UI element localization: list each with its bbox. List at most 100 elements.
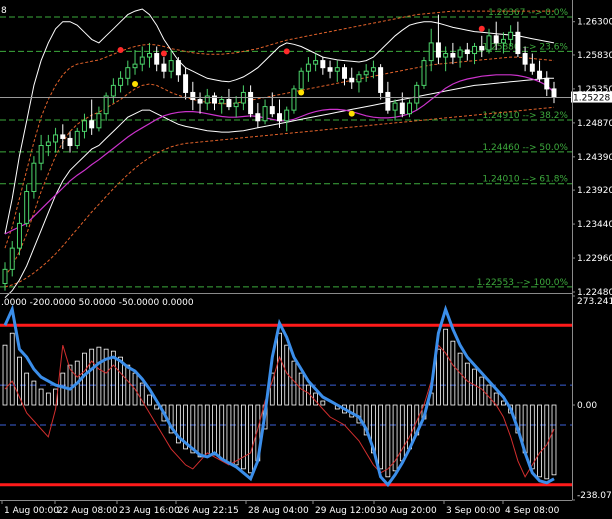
time-axis-label: 1 Aug 00:00 <box>4 506 59 516</box>
candle-body[interactable] <box>269 106 275 115</box>
histogram-bar <box>436 348 441 406</box>
indicator-pane[interactable]: .0000 -200.0000 50.0000 -50.0000 0.0000 … <box>0 295 612 501</box>
candle-body[interactable] <box>2 268 8 285</box>
candle-body[interactable] <box>197 99 203 104</box>
candle-body[interactable] <box>9 247 15 270</box>
candle-body[interactable] <box>334 67 340 72</box>
signal-dot <box>283 48 290 55</box>
histogram-bar <box>24 372 30 406</box>
candle-body[interactable] <box>479 45 485 51</box>
histogram-bar <box>551 404 557 476</box>
candle-body[interactable] <box>298 70 304 90</box>
candle-body[interactable] <box>45 141 51 147</box>
indicator-lines <box>3 304 555 488</box>
candle-body[interactable] <box>435 42 441 58</box>
candle-body[interactable] <box>248 91 254 115</box>
candle-body[interactable] <box>24 191 30 224</box>
candle-body[interactable] <box>370 67 376 72</box>
candle-body[interactable] <box>233 102 239 108</box>
candle-body[interactable] <box>493 35 499 44</box>
histogram-bar <box>219 404 225 460</box>
candle-body[interactable] <box>450 53 456 58</box>
candle-body[interactable] <box>385 91 391 111</box>
candle-body[interactable] <box>551 88 557 98</box>
candle-body[interactable] <box>305 63 311 72</box>
candle-body[interactable] <box>421 60 427 86</box>
candle-body[interactable] <box>428 42 434 62</box>
candle-body[interactable] <box>529 63 535 72</box>
main-pane[interactable]: 1.26367 --> 0.0%1.25880 --> 23.6%1.24910… <box>0 6 612 299</box>
candle-body[interactable] <box>515 31 521 55</box>
candle-body[interactable] <box>53 134 59 143</box>
candle-body[interactable] <box>67 137 73 147</box>
candle-body[interactable] <box>392 102 398 111</box>
candle-body[interactable] <box>89 120 95 129</box>
indicator-main-line <box>3 304 555 488</box>
candle-body[interactable] <box>175 60 181 76</box>
candle-body[interactable] <box>16 222 22 249</box>
fib-level-label: 1.26367 --> 0.0% <box>488 8 568 18</box>
candle-body[interactable] <box>464 49 470 55</box>
fib-level-label: 1.24910 --> 38.2% <box>482 111 568 121</box>
candle-body[interactable] <box>190 91 196 101</box>
candle-body[interactable] <box>110 84 116 97</box>
candle-body[interactable] <box>81 120 87 132</box>
candle-body[interactable] <box>544 77 550 90</box>
candle-body[interactable] <box>38 145 44 164</box>
candle-body[interactable] <box>320 60 326 69</box>
candle-body[interactable] <box>500 38 506 44</box>
candle-body[interactable] <box>356 74 362 83</box>
candle-body[interactable] <box>508 31 514 40</box>
candle-body[interactable] <box>146 53 152 58</box>
candle-body[interactable] <box>284 109 290 122</box>
candle-body[interactable] <box>60 134 66 139</box>
candle-body[interactable] <box>219 99 225 104</box>
chart-canvas[interactable]: 1.26367 --> 0.0%1.25880 --> 23.6%1.24910… <box>0 0 612 519</box>
candle-body[interactable] <box>74 130 80 147</box>
candle-body[interactable] <box>407 102 413 115</box>
candle-body[interactable] <box>399 102 405 115</box>
candle-body[interactable] <box>414 84 420 104</box>
histogram-bar <box>147 394 152 406</box>
candle-body[interactable] <box>378 67 384 93</box>
candle-body[interactable] <box>313 60 319 65</box>
candle-body[interactable] <box>277 113 282 122</box>
candle-body[interactable] <box>161 63 167 72</box>
candle-body[interactable] <box>457 49 463 58</box>
candle-body[interactable] <box>139 56 145 65</box>
candle-body[interactable] <box>103 95 109 115</box>
candle-body[interactable] <box>363 70 369 76</box>
trading-terminal: 1.26367 --> 0.0% 1.25880 --> 23.6% 1.24910… <box>0 0 612 519</box>
candle-body[interactable] <box>443 53 449 58</box>
price-axis-label: 1.22960 <box>577 254 612 264</box>
candle-body[interactable] <box>96 113 102 129</box>
candle-body[interactable] <box>472 45 478 55</box>
corner-label: 8 <box>1 6 7 16</box>
candle-body[interactable] <box>349 77 355 83</box>
histogram-bar <box>38 388 44 406</box>
candle-body[interactable] <box>125 67 131 79</box>
candlesticks[interactable] <box>2 14 557 291</box>
candle-body[interactable] <box>31 162 37 193</box>
time-axis-label: 26 Aug 22:15 <box>178 506 239 516</box>
indicator-axis: 273.241 0.00 -238.076 <box>572 295 612 501</box>
candle-body[interactable] <box>327 67 333 72</box>
candle-body[interactable] <box>291 88 297 111</box>
candle-body[interactable] <box>486 35 492 51</box>
candle-body[interactable] <box>183 74 189 93</box>
histogram-bar <box>212 404 217 456</box>
candle-body[interactable] <box>537 70 543 79</box>
candle-body[interactable] <box>168 60 174 72</box>
candle-body[interactable] <box>522 53 528 65</box>
signal-dot <box>160 50 167 57</box>
candle-body[interactable] <box>262 106 268 122</box>
histogram-bar <box>2 344 8 406</box>
candle-body[interactable] <box>255 113 261 122</box>
candle-body[interactable] <box>226 99 232 108</box>
histogram-bar <box>277 332 282 406</box>
candle-body[interactable] <box>154 53 160 65</box>
candle-body[interactable] <box>118 77 124 86</box>
histogram-bar <box>226 404 232 464</box>
candle-body[interactable] <box>132 63 138 69</box>
candle-body[interactable] <box>342 67 347 79</box>
